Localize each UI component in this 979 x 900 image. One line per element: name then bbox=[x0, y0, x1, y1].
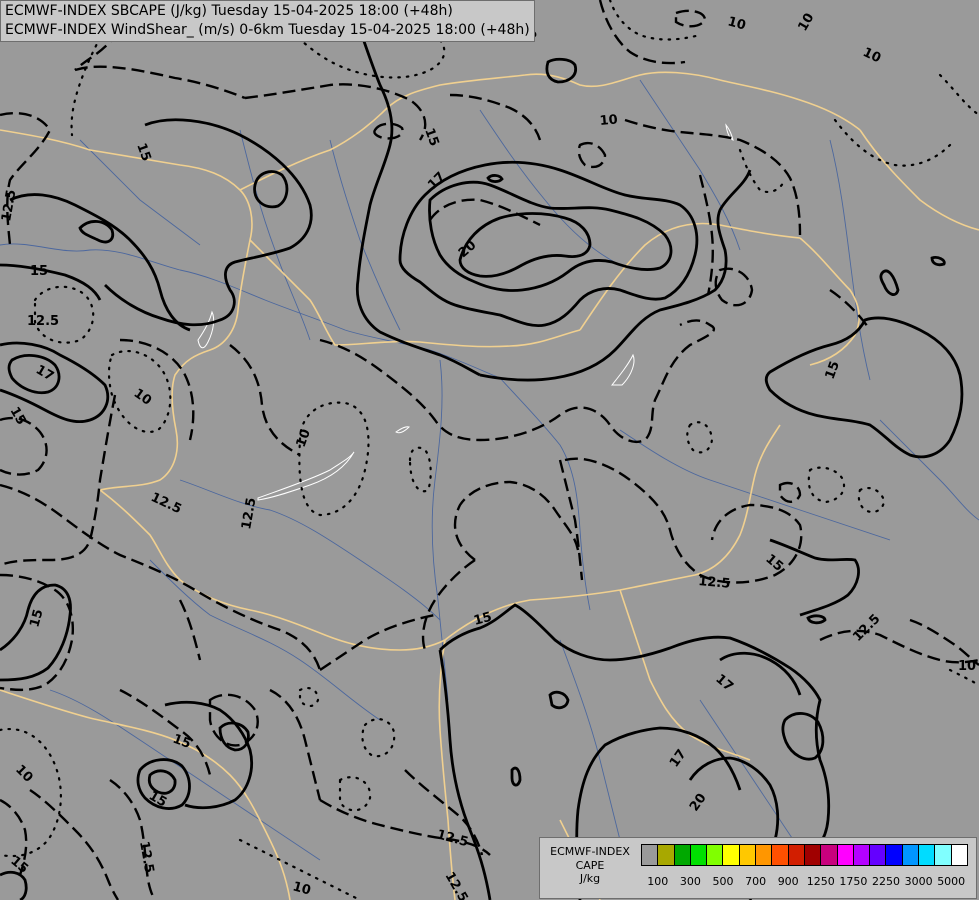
legend-title-model: ECMWF-INDEX bbox=[550, 845, 630, 858]
legend-tick-label: 2250 bbox=[872, 875, 900, 888]
legend-tick-label: 1250 bbox=[806, 875, 835, 888]
title-line-windshear: ECMWF-INDEX WindShear_ (m/s) 0-6km Tuesd… bbox=[5, 22, 530, 38]
legend-swatch bbox=[755, 844, 773, 866]
legend-tick-label: 300 bbox=[679, 875, 701, 888]
legend-swatch bbox=[771, 844, 789, 866]
legend-tick-label: 900 bbox=[777, 875, 799, 888]
contour-label: 12.5 bbox=[27, 314, 59, 329]
legend-tick-label: 5000 bbox=[937, 875, 966, 888]
contour-label: 10 bbox=[599, 112, 618, 129]
map-title-box: ECMWF-INDEX SBCAPE (J/kg) Tuesday 15-04-… bbox=[0, 0, 535, 42]
legend-title-param: CAPE bbox=[575, 858, 605, 872]
legend-swatch bbox=[836, 844, 854, 866]
legend-swatch bbox=[689, 844, 708, 866]
legend-swatch bbox=[901, 844, 920, 866]
cape-legend: ECMWF-INDEX CAPE J/kg 100 300 500 700 900 125… bbox=[539, 837, 977, 899]
contour-label: 12.5 bbox=[698, 574, 731, 592]
legend-tick-row: 100 300 500 700 900 1250 1750 2250 3000 5000 bbox=[641, 875, 971, 889]
legend-title: ECMWF-INDEX CAPE J/kg bbox=[544, 845, 636, 886]
legend-swatch bbox=[820, 844, 838, 866]
legend-swatch bbox=[934, 844, 952, 866]
legend-swatch bbox=[706, 844, 724, 866]
legend-swatch bbox=[673, 844, 691, 866]
legend-swatch bbox=[885, 844, 903, 866]
legend-swatch bbox=[803, 844, 822, 866]
legend-swatch bbox=[852, 844, 871, 866]
legend-swatch bbox=[722, 844, 740, 866]
title-line-cape: ECMWF-INDEX SBCAPE (J/kg) Tuesday 15-04-… bbox=[5, 3, 453, 19]
legend-swatch bbox=[918, 844, 936, 866]
legend-swatch bbox=[641, 844, 659, 866]
legend-swatch bbox=[869, 844, 887, 866]
legend-tick-label: 500 bbox=[712, 875, 734, 888]
legend-swatch bbox=[738, 844, 757, 866]
contour-label: 10 bbox=[958, 659, 976, 674]
legend-title-unit: J/kg bbox=[579, 872, 601, 885]
legend-tick-label: 3000 bbox=[904, 875, 933, 888]
legend-swatch bbox=[657, 844, 675, 866]
weather-map: 15 10 10 10 10 15 15 17 20 12.5 15 12.5 … bbox=[0, 0, 979, 900]
contour-label: 15 bbox=[30, 264, 48, 279]
legend-tick-label: 100 bbox=[647, 875, 669, 888]
legend-tick-label: 1750 bbox=[839, 875, 868, 888]
legend-swatch-row bbox=[641, 844, 968, 866]
legend-swatch bbox=[950, 844, 968, 866]
legend-swatch bbox=[787, 844, 805, 866]
legend-tick-label: 700 bbox=[745, 875, 767, 888]
